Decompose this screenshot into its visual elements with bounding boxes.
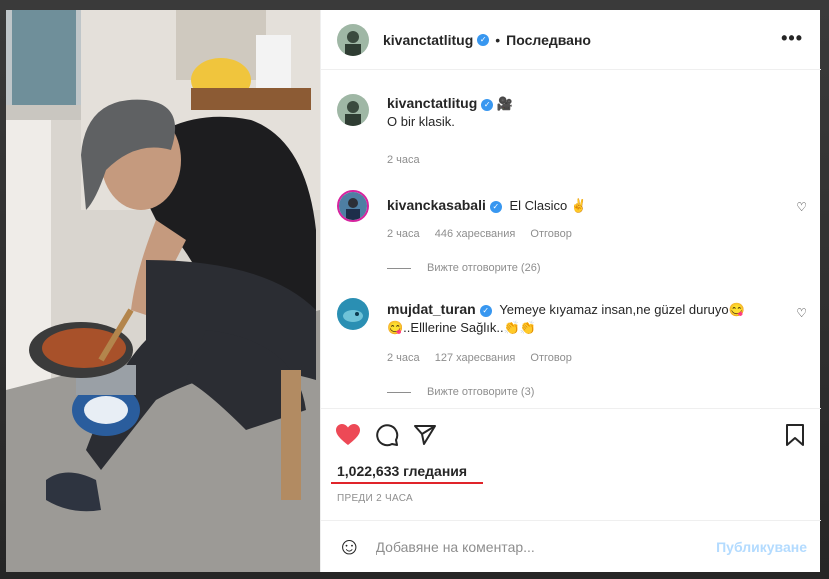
comment-text: Yemeye kıyamaz insan,ne güzel duruyo😋 — [499, 302, 745, 317]
verified-icon: ✓ — [489, 201, 502, 213]
commenter-avatar[interactable] — [337, 298, 369, 330]
comment-body: kivanckasabali ✓ El Clasico ✌ — [387, 196, 797, 215]
caption: kivanctatlitug ✓ 🎥 O bir klasik. 2 часа — [337, 94, 807, 166]
view-replies-label: Вижте отговорите (26) — [427, 262, 541, 274]
caption-text: O bir klasik. — [387, 114, 455, 129]
posted-time: ПРЕДИ 2 ЧАСА — [337, 493, 413, 504]
header-separator: • — [495, 31, 501, 48]
replies-divider — [387, 391, 411, 393]
reply-button[interactable]: Отговор — [530, 228, 571, 240]
author-avatar[interactable] — [337, 23, 369, 56]
verified-icon: ✓ — [477, 33, 490, 46]
like-comment-icon[interactable]: ♡ — [796, 200, 807, 214]
reply-button[interactable]: Отговор — [530, 352, 571, 364]
caption-meta: 2 часа — [387, 154, 432, 166]
comment-item: mujdat_turan ✓ Yemeye kıyamaz insan,ne gü… — [337, 298, 807, 408]
caption-time: 2 часа — [387, 154, 420, 166]
post-modal: kivanctatlitug ✓ • Последвано ••• kivanc… — [6, 10, 821, 572]
share-icon[interactable] — [413, 423, 437, 447]
comment-icon[interactable] — [375, 423, 399, 447]
commenter-avatar[interactable] — [337, 190, 369, 222]
caption-avatar[interactable] — [337, 94, 369, 126]
more-options-icon[interactable]: ••• — [781, 28, 803, 49]
comment-text-continued: 😋..Elllerine Sağlık..👏👏 — [387, 320, 536, 335]
comment-time: 2 часа — [387, 352, 420, 364]
replies-divider — [387, 267, 411, 269]
comment-time: 2 часа — [387, 228, 420, 240]
comment-meta: 2 часа 446 харесвания Отговор — [387, 228, 584, 240]
comment-meta: 2 часа 127 харесвания Отговор — [387, 352, 584, 364]
comment-item: kivanckasabali ✓ El Clasico ✌ ♡ 2 часа 44… — [337, 190, 807, 290]
comment-username[interactable]: kivanckasabali — [387, 197, 486, 213]
comment-body: mujdat_turan ✓ Yemeye kıyamaz insan,ne gü… — [387, 300, 797, 337]
comment-username[interactable]: mujdat_turan — [387, 301, 476, 317]
caption-body: kivanctatlitug ✓ 🎥 O bir klasik. — [387, 94, 797, 131]
camera-icon: 🎥 — [496, 96, 514, 111]
view-count[interactable]: 1,022,633 гледания — [337, 463, 467, 479]
action-icons — [335, 423, 437, 447]
heart-icon[interactable] — [335, 423, 361, 447]
verified-icon: ✓ — [479, 305, 492, 317]
comment-likes[interactable]: 127 харесвания — [435, 352, 516, 364]
post-header: kivanctatlitug ✓ • Последвано ••• — [321, 10, 821, 70]
comment-text: El Clasico ✌ — [509, 198, 588, 213]
view-replies-label: Вижте отговорите (3) — [427, 386, 535, 398]
post-video[interactable] — [6, 10, 320, 572]
add-comment-bar: ☺ Публикуване — [321, 520, 821, 572]
bookmark-icon[interactable] — [785, 423, 805, 447]
following-button[interactable]: Последвано — [506, 32, 591, 48]
comment-likes[interactable]: 446 харесвания — [435, 228, 516, 240]
view-replies-button[interactable]: Вижте отговорите (3) — [387, 386, 534, 398]
video-frame — [6, 10, 320, 572]
author-username[interactable]: kivanctatlitug — [383, 32, 473, 48]
caption-username[interactable]: kivanctatlitug — [387, 95, 477, 111]
comment-input[interactable] — [375, 538, 696, 555]
post-comment-button[interactable]: Публикуване — [716, 539, 807, 555]
like-comment-icon[interactable]: ♡ — [796, 306, 807, 320]
post-side-panel: kivanctatlitug ✓ • Последвано ••• kivanc… — [320, 10, 821, 572]
emoji-icon[interactable]: ☺ — [337, 533, 362, 561]
comments-list: kivanctatlitug ✓ 🎥 O bir klasik. 2 часа k… — [321, 70, 821, 408]
red-underline-annotation — [331, 482, 483, 484]
view-replies-button[interactable]: Вижте отговорите (26) — [387, 262, 540, 274]
post-actions: 1,022,633 гледания ПРЕДИ 2 ЧАСА — [321, 408, 821, 520]
verified-icon: ✓ — [481, 99, 494, 111]
